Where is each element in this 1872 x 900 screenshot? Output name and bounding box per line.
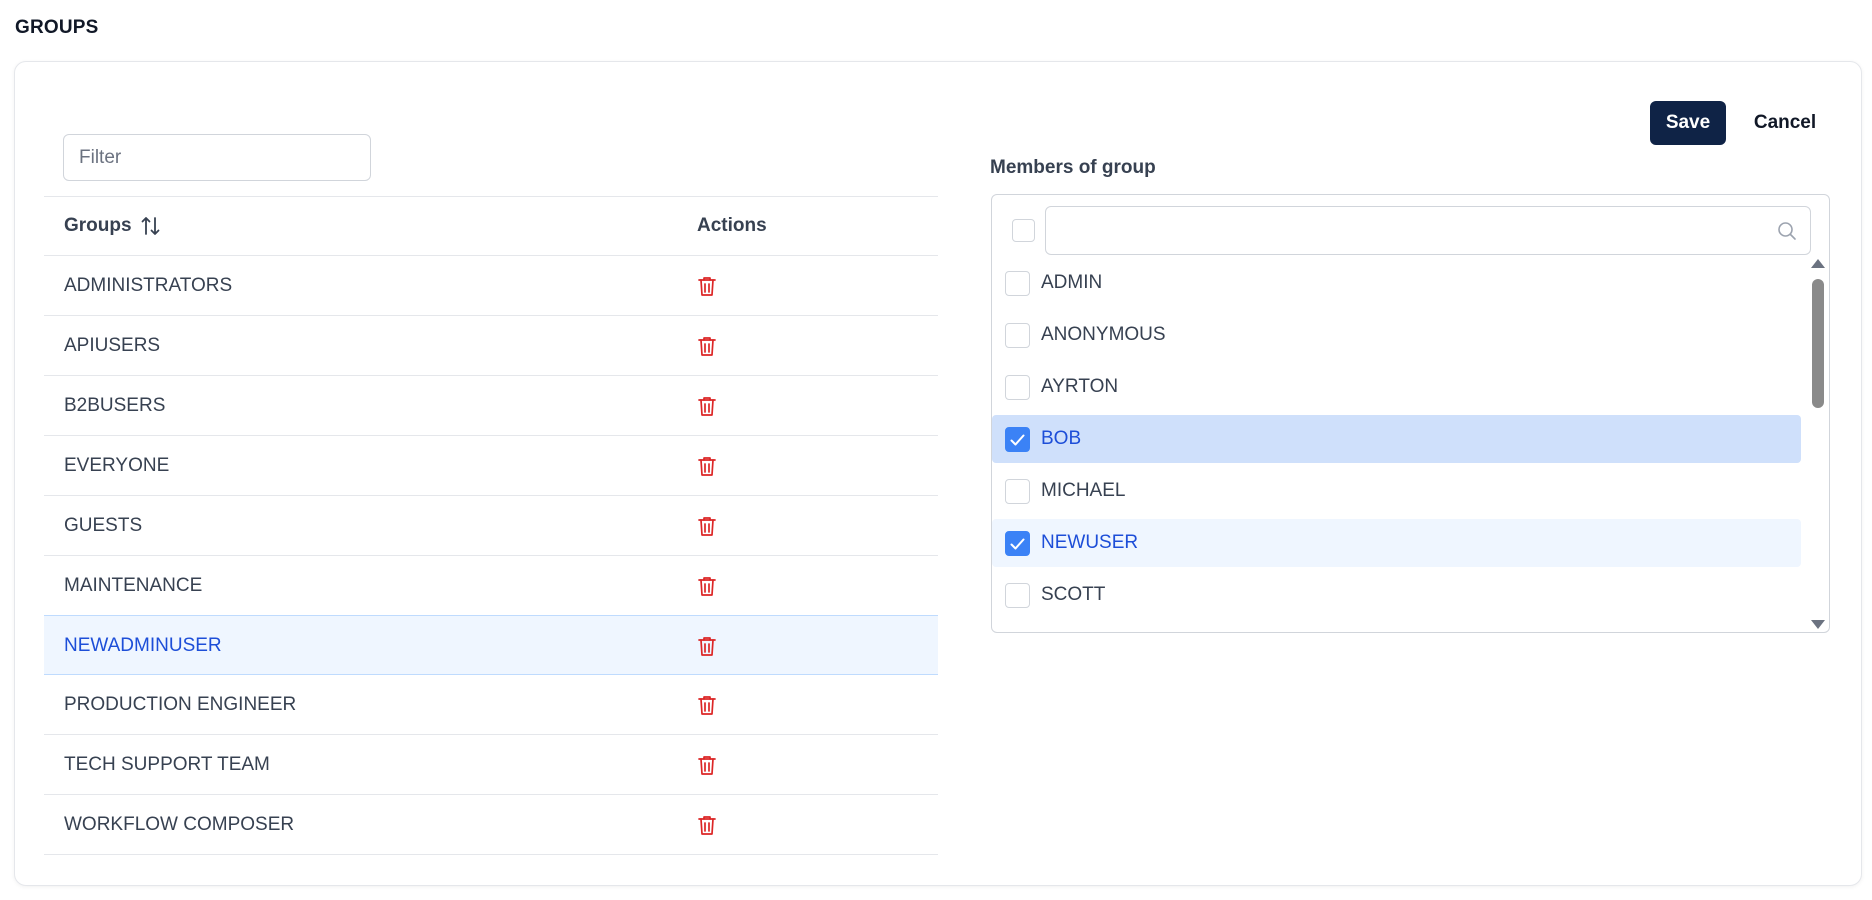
member-checkbox[interactable] <box>1005 375 1030 400</box>
groups-table: Groups Actions ADMINISTRATORS APIUSERS B2B… <box>44 196 938 855</box>
members-scrollbar[interactable] <box>1805 259 1829 632</box>
list-item[interactable]: SCOTT <box>992 571 1801 619</box>
member-name: MICHAEL <box>1041 480 1126 501</box>
list-item[interactable]: AYRTON <box>992 363 1801 411</box>
groups-column-label: Groups <box>64 215 132 236</box>
member-checkbox[interactable] <box>1005 479 1030 504</box>
groups-table-body: ADMINISTRATORS APIUSERS B2BUSERS EVERYONE GU… <box>44 256 938 855</box>
group-name: TECH SUPPORT TEAM <box>64 754 270 775</box>
trash-icon[interactable] <box>697 395 717 417</box>
sort-icon[interactable] <box>140 215 162 237</box>
member-checkbox[interactable] <box>1005 531 1030 556</box>
members-of-group-label: Members of group <box>990 157 1156 178</box>
groups-column-header[interactable]: Groups <box>64 197 162 255</box>
group-name: WORKFLOW COMPOSER <box>64 814 295 835</box>
table-row[interactable]: B2BUSERS <box>44 376 938 436</box>
table-row[interactable]: GUESTS <box>44 496 938 556</box>
group-name: GUESTS <box>64 515 143 536</box>
member-checkbox[interactable] <box>1005 323 1030 348</box>
member-checkbox[interactable] <box>1005 271 1030 296</box>
scroll-down-arrow-icon[interactable] <box>1811 620 1825 629</box>
group-name: NEWADMINUSER <box>64 635 222 656</box>
member-name: BOB <box>1041 428 1082 449</box>
trash-icon[interactable] <box>697 694 717 716</box>
member-name: SCOTT <box>1041 584 1106 605</box>
cancel-button[interactable]: Cancel <box>1740 101 1830 145</box>
group-name: EVERYONE <box>64 455 170 476</box>
trash-icon[interactable] <box>697 814 717 836</box>
member-name: NEWUSER <box>1041 532 1139 553</box>
actions-column-header: Actions <box>697 215 767 236</box>
trash-icon[interactable] <box>697 335 717 357</box>
check-icon <box>1010 538 1025 550</box>
table-row[interactable]: PRODUCTION ENGINEER <box>44 675 938 735</box>
check-icon <box>1010 434 1025 446</box>
members-search-input[interactable] <box>1046 207 1810 254</box>
members-listbox: ADMIN ANONYMOUS AYRTON BOB MICHAEL NEWUSER SCO… <box>991 194 1830 633</box>
member-name: AYRTON <box>1041 376 1119 397</box>
list-item[interactable]: ANONYMOUS <box>992 311 1801 359</box>
group-name: ADMINISTRATORS <box>64 275 233 296</box>
member-checkbox[interactable] <box>1005 427 1030 452</box>
member-name: ADMIN <box>1041 272 1103 293</box>
table-row[interactable]: EVERYONE <box>44 436 938 496</box>
group-name: PRODUCTION ENGINEER <box>64 694 297 715</box>
save-button[interactable]: Save <box>1650 101 1726 145</box>
search-icon <box>1776 220 1798 247</box>
trash-icon[interactable] <box>697 275 717 297</box>
group-name: MAINTENANCE <box>64 575 203 596</box>
trash-icon[interactable] <box>697 575 717 597</box>
list-item[interactable]: MICHAEL <box>992 467 1801 515</box>
trash-icon[interactable] <box>697 635 717 657</box>
list-item[interactable]: NEWUSER <box>992 519 1801 567</box>
trash-icon[interactable] <box>697 754 717 776</box>
table-row[interactable]: NEWADMINUSER <box>44 615 938 675</box>
table-header: Groups Actions <box>44 196 938 256</box>
group-name: B2BUSERS <box>64 395 166 416</box>
list-item[interactable]: ADMIN <box>992 259 1801 307</box>
page-title: GROUPS <box>15 17 99 38</box>
trash-icon[interactable] <box>697 455 717 477</box>
group-name: APIUSERS <box>64 335 161 356</box>
table-row[interactable]: WORKFLOW COMPOSER <box>44 795 938 855</box>
member-name: ANONYMOUS <box>1041 324 1166 345</box>
table-row[interactable]: TECH SUPPORT TEAM <box>44 735 938 795</box>
table-row[interactable]: APIUSERS <box>44 316 938 376</box>
select-all-checkbox[interactable] <box>1012 219 1035 242</box>
list-item[interactable]: BOB <box>992 415 1801 463</box>
member-checkbox[interactable] <box>1005 583 1030 608</box>
filter-input[interactable] <box>63 134 371 181</box>
trash-icon[interactable] <box>697 515 717 537</box>
scroll-thumb[interactable] <box>1812 279 1824 408</box>
scroll-up-arrow-icon[interactable] <box>1811 259 1825 268</box>
table-row[interactable]: MAINTENANCE <box>44 556 938 616</box>
members-search-field[interactable] <box>1045 206 1811 255</box>
table-row[interactable]: ADMINISTRATORS <box>44 256 938 316</box>
